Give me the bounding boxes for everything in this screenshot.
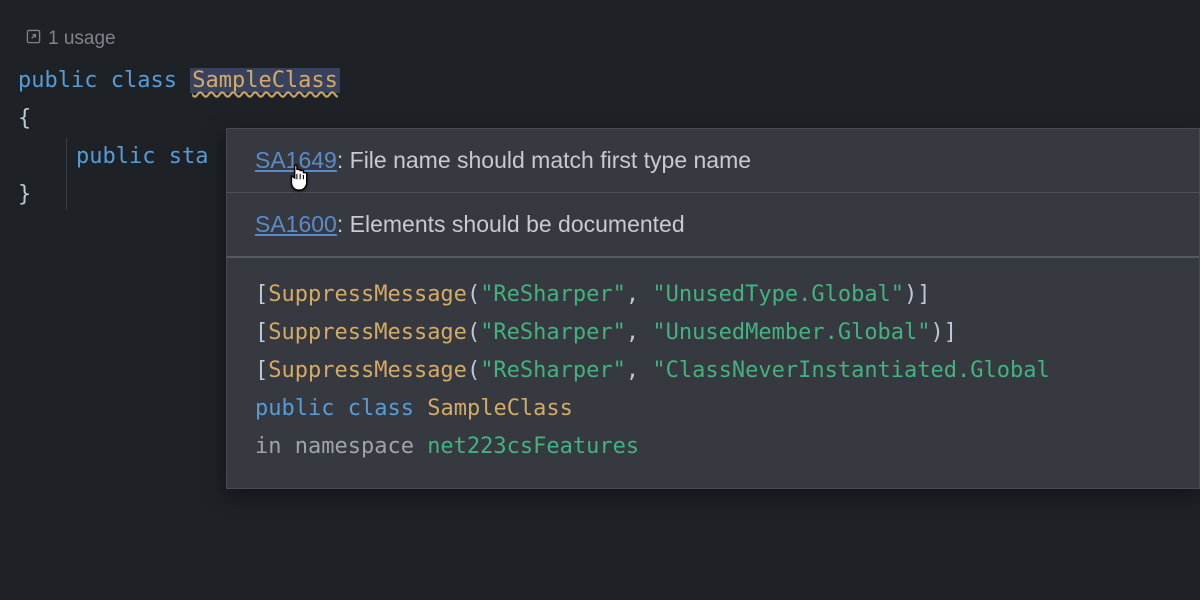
inspection-issue[interactable]: SA1649: File name should match first typ… bbox=[227, 129, 1199, 192]
code-line-member: public sta bbox=[18, 138, 208, 176]
inspection-issue[interactable]: SA1600: Elements should be documented bbox=[227, 192, 1199, 256]
issue-desc: : File name should match first type name bbox=[337, 147, 751, 173]
usages-arrow-icon bbox=[26, 28, 41, 50]
class-name-token[interactable]: SampleClass bbox=[190, 68, 340, 93]
inspection-tooltip: SA1649: File name should match first typ… bbox=[226, 128, 1200, 489]
issue-code-link[interactable]: SA1600 bbox=[255, 211, 337, 237]
code-line-decl: public class SampleClass bbox=[18, 62, 1182, 100]
issue-code-link[interactable]: SA1649 bbox=[255, 147, 337, 173]
indent-guide bbox=[66, 138, 67, 210]
code-line-brace-close: } bbox=[18, 176, 208, 214]
usages-hint[interactable]: 1 usage bbox=[26, 28, 1182, 50]
inspection-preview: [SuppressMessage("ReSharper", "UnusedTyp… bbox=[227, 258, 1199, 488]
code-line-brace-open: { bbox=[18, 100, 208, 138]
usages-count-label: 1 usage bbox=[48, 28, 116, 50]
issue-desc: : Elements should be documented bbox=[337, 211, 685, 237]
